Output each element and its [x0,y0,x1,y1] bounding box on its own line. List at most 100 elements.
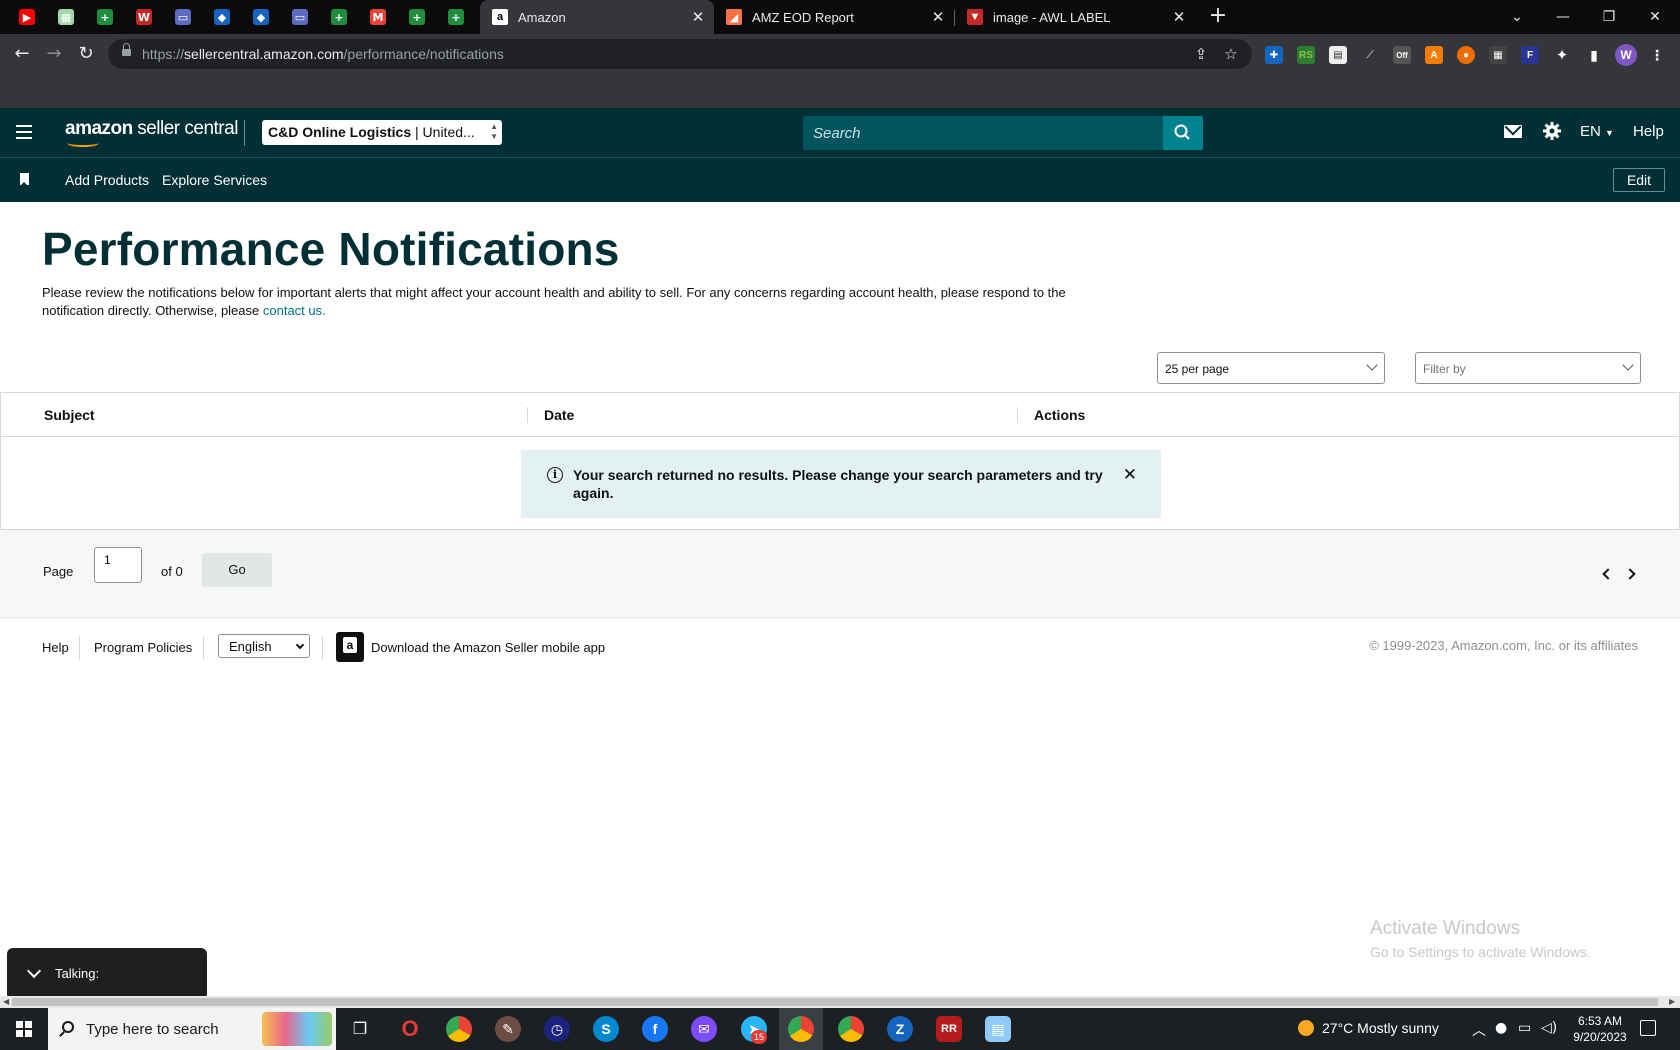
extension-icon[interactable]: ✚ [1265,46,1283,64]
window-icon[interactable]: ▭ [172,6,194,28]
footer-language-select[interactable]: English [218,634,310,658]
back-icon[interactable]: ← [10,42,34,66]
divider [244,120,245,146]
mail-icon[interactable] [1504,125,1522,138]
taskbar-search-input[interactable] [86,1018,286,1040]
search-button[interactable] [1163,116,1203,150]
chevron-right-icon[interactable] [1624,568,1636,580]
new-tab-icon[interactable]: + [1206,5,1230,29]
extension-f-icon[interactable]: F [1521,46,1539,64]
chrome-profile-w-icon[interactable] [788,1016,814,1042]
profile-avatar[interactable]: W [1615,44,1637,66]
scrollbar-thumb[interactable] [12,998,1658,1006]
tab-amz-eod-report[interactable]: ◢ AMZ EOD Report ✕ [714,0,954,34]
column-divider [1017,407,1018,423]
system-clock[interactable]: 6:53 AM 9/20/2023 [1567,1013,1633,1045]
edit-bookmarks-button[interactable]: Edit [1613,168,1665,192]
filter-select[interactable]: Filter by [1415,352,1641,384]
search-input[interactable] [803,116,1163,150]
url-text[interactable]: https://sellercentral.amazon.com/perform… [142,46,504,62]
window-icon-2[interactable]: ▭ [289,6,311,28]
sheets-icon[interactable]: ▦ [55,6,77,28]
seller-central-logo[interactable]: amazon seller central [65,118,238,148]
footer-help-link[interactable]: Help [42,640,69,655]
extension-qr-icon[interactable]: ▦ [1489,46,1507,64]
per-page-select[interactable]: 25 per page [1157,352,1385,384]
extension-circle-icon[interactable]: ● [1457,46,1475,64]
mobile-app-link[interactable]: Download the Amazon Seller mobile app [371,640,605,655]
tab-search-icon[interactable]: ⌄ [1494,0,1540,34]
weather-widget[interactable]: 27°C Mostly sunny [1298,1020,1439,1036]
add-products-link[interactable]: Add Products [65,172,149,188]
extension-star-icon[interactable]: A [1425,46,1443,64]
tray-expand-icon[interactable]: ︿ [1472,1020,1486,1040]
language-selector[interactable]: EN ▼ [1580,123,1614,140]
close-tab-icon[interactable]: ✕ [690,9,706,25]
share-icon[interactable]: ⇪ [1192,45,1210,63]
close-icon[interactable]: ✕ [1123,465,1137,485]
chrome-profile-va-icon[interactable] [838,1016,864,1042]
sun-icon [1298,1020,1314,1036]
restore-icon[interactable]: ❐ [1586,0,1632,34]
menu-icon[interactable] [16,125,32,139]
forward-icon[interactable]: → [42,42,66,66]
gear-icon[interactable] [1542,121,1562,146]
tab-title: AMZ EOD Report [752,9,854,25]
extension-pen-icon[interactable]: ⟋ [1361,46,1379,64]
program-policies-link[interactable]: Program Policies [94,640,192,655]
close-tab-icon[interactable]: ✕ [1171,9,1187,25]
help-link[interactable]: Help [1633,123,1664,140]
tab-amazon[interactable]: a Amazon ✕ [480,0,714,34]
contact-us-link[interactable]: contact us. [263,303,326,318]
diamond-app-icon[interactable]: ◆ [211,6,233,28]
sheets-plus-icon[interactable]: + [94,6,116,28]
close-tab-icon[interactable]: ✕ [930,9,946,25]
extension-off-icon[interactable]: Off [1393,46,1411,64]
minimize-icon[interactable]: — [1540,0,1586,34]
sheets-plus-icon-2[interactable]: + [328,6,350,28]
clock-app-icon[interactable]: ◷ [544,1016,570,1042]
extension-page-icon[interactable]: ▤ [1329,46,1347,64]
go-button[interactable]: Go [202,553,272,587]
sheets-plus-icon-4[interactable]: + [445,6,467,28]
extensions-puzzle-icon[interactable]: ✦ [1553,46,1571,64]
chrome-icon[interactable] [446,1016,472,1042]
amazon-app-icon[interactable] [336,632,364,662]
bookmark-star-icon[interactable]: ☆ [1222,45,1240,63]
talking-popup[interactable]: Talking: [7,948,207,1000]
notification-center-icon[interactable] [1640,1020,1656,1036]
extension-rs-icon[interactable]: RS [1297,46,1315,64]
account-switcher[interactable]: C&D Online Logistics | United... ▲ ▼ [262,120,502,145]
skype-icon[interactable]: S [593,1016,619,1042]
gmail-icon[interactable]: M [367,6,389,28]
diamond-app-icon-2[interactable]: ◆ [250,6,272,28]
side-panel-icon[interactable]: ▮ [1585,46,1603,64]
zalo-icon[interactable]: Z [887,1016,913,1042]
network-icon[interactable]: ▭ [1518,1020,1531,1036]
browser-menu-icon[interactable]: ⋮ [1648,46,1666,64]
horizontal-scrollbar[interactable]: ◀ ▶ [0,996,1680,1008]
w-app-icon[interactable]: W [133,6,155,28]
facebook-icon[interactable]: f [642,1016,668,1042]
paint-icon[interactable]: ✎ [495,1016,521,1042]
messenger-icon[interactable]: ✉ [691,1016,717,1042]
task-view-icon[interactable]: ❐ [347,1016,373,1042]
chevron-down-icon[interactable] [26,963,42,979]
tab-awl-label[interactable]: ▼ image - AWL LABEL ✕ [955,0,1195,34]
microphone-icon[interactable]: ● [1495,1020,1507,1036]
sheets-plus-icon-3[interactable]: + [406,6,428,28]
search-highlight-icon[interactable] [262,1012,332,1046]
page-number-input[interactable] [94,547,142,583]
explore-services-link[interactable]: Explore Services [162,172,267,188]
bookmark-icon[interactable] [20,173,29,186]
close-window-icon[interactable]: ✕ [1632,0,1678,34]
chevron-left-icon[interactable] [1602,568,1614,580]
youtube-icon[interactable]: ▶ [16,6,38,28]
opera-icon[interactable]: O [397,1016,423,1042]
rr-app-icon[interactable]: RR [936,1016,962,1042]
volume-icon[interactable]: ◁) [1541,1020,1557,1036]
notepad-icon[interactable]: ▤ [985,1016,1011,1042]
address-bar[interactable]: https://sellercentral.amazon.com/perform… [108,39,1252,69]
windows-start-icon[interactable] [16,1021,32,1037]
reload-icon[interactable]: ↻ [74,42,98,66]
